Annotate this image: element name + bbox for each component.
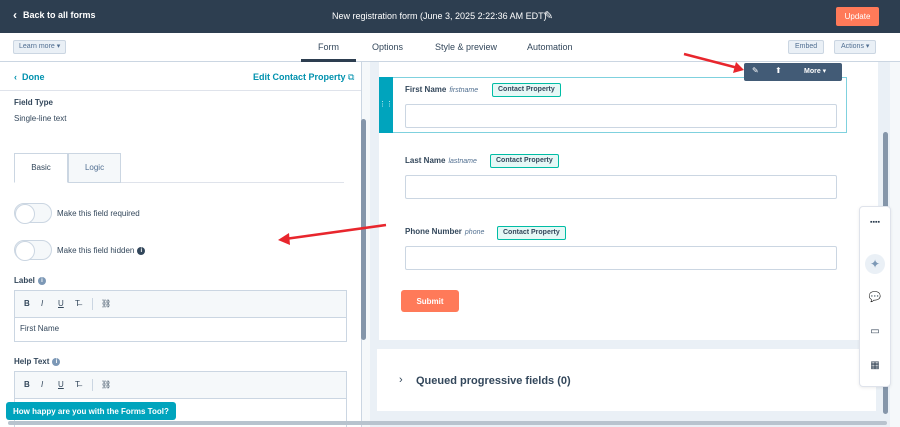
update-button[interactable]: Update (836, 7, 879, 26)
chat-icon[interactable]: 💬 (860, 292, 890, 303)
form-title: New registration form (June 3, 2025 2:22… (332, 11, 547, 21)
grid-icon[interactable]: ▪▪▪▪ (860, 219, 890, 226)
italic-icon[interactable]: I (41, 299, 43, 308)
link-icon[interactable]: ⛓ (101, 299, 111, 308)
phone-internal: phone (464, 229, 485, 236)
label-editor-toolbar: B I U T̶ ⛓ (15, 291, 346, 318)
chevron-right-icon[interactable]: › (399, 374, 403, 386)
edit-contact-property-label: Edit Contact Property (253, 72, 346, 82)
subtab-logic[interactable]: Logic (68, 153, 121, 183)
edit-contact-property-link[interactable]: Edit Contact Property ⧉ (253, 72, 354, 83)
italic-icon[interactable]: I (41, 380, 43, 389)
contact-property-badge: Contact Property (497, 226, 566, 240)
toolbar-divider (92, 379, 93, 391)
left-panel-scrollbar[interactable] (361, 119, 366, 340)
tab-options[interactable]: Options (372, 42, 403, 52)
required-toggle-label: Make this field required (57, 209, 140, 218)
info-icon[interactable]: i (37, 276, 46, 285)
sparkle-icon[interactable]: ✦ (865, 254, 885, 274)
field-label-phone: Phone Number phone (405, 227, 484, 236)
main-tabs: Form Options Style & preview Automation (0, 33, 900, 62)
bold-icon[interactable]: B (24, 299, 30, 308)
last-name-input[interactable] (405, 175, 837, 199)
edit-title-pencil-icon[interactable]: ✎ (544, 9, 553, 22)
required-toggle[interactable] (14, 203, 52, 224)
first-name-label: First Name (405, 85, 447, 94)
hidden-toggle-label: Make this field hidden i (57, 246, 146, 255)
clear-format-icon[interactable]: T̶ (75, 299, 80, 308)
more-label: More (804, 68, 821, 75)
move-up-icon[interactable]: ⬆ (775, 66, 782, 75)
help-text-section-text: Help Text (14, 357, 50, 366)
field-label-first-name: First Name firstname (405, 85, 478, 94)
info-icon[interactable]: i (52, 357, 61, 366)
clear-format-icon[interactable]: T̶ (75, 380, 80, 389)
info-icon[interactable]: i (137, 246, 146, 255)
contact-property-badge: Contact Property (490, 154, 559, 168)
field-type-label: Field Type (14, 98, 53, 107)
back-to-forms-label: Back to all forms (23, 10, 96, 20)
phone-label: Phone Number (405, 227, 462, 236)
actions-dropdown[interactable]: Actions ▾ (834, 40, 877, 54)
more-dropdown[interactable]: More ▾ (804, 67, 826, 75)
queued-fields-label: Queued progressive fields (0) (416, 375, 571, 387)
tab-form[interactable]: Form (301, 42, 356, 62)
field-toolbar: ✎ ⬆ More ▾ (744, 63, 842, 81)
feedback-button[interactable]: How happy are you with the Forms Tool? (6, 402, 176, 420)
toolbar-divider (92, 298, 93, 310)
subtab-basic[interactable]: Basic (14, 153, 68, 183)
tab-style-preview[interactable]: Style & preview (435, 42, 497, 52)
label-section-title: Label i (14, 276, 46, 285)
field-type-value: Single-line text (14, 114, 67, 123)
first-name-input[interactable] (405, 104, 837, 128)
field-settings-panel: ‹ Done Edit Contact Property ⧉ Field Typ… (0, 62, 362, 427)
window-icon[interactable]: ▭ (860, 326, 890, 337)
last-name-internal: lastname (448, 158, 477, 165)
last-name-label: Last Name (405, 156, 446, 165)
contact-property-badge: Contact Property (492, 83, 561, 97)
drag-handle-icon[interactable]: ⋮⋮ (379, 77, 393, 133)
settings-subtabs: Basic Logic (14, 153, 344, 183)
panel-header: ‹ Done Edit Contact Property ⧉ (0, 62, 361, 91)
phone-input[interactable] (405, 246, 837, 270)
actions-label: Actions (841, 43, 864, 50)
help-text-section-title: Help Text i (14, 357, 61, 366)
bold-icon[interactable]: B (24, 380, 30, 389)
hidden-toggle-text: Make this field hidden (57, 246, 135, 255)
embed-button[interactable]: Embed (788, 40, 825, 54)
label-section-text: Label (14, 276, 35, 285)
calendar-icon[interactable]: ▦ (860, 360, 890, 371)
sub-bar: Learn more ▾ Form Options Style & previe… (0, 33, 900, 62)
horizontal-scrollbar[interactable] (8, 421, 887, 425)
field-label-last-name: Last Name lastname (405, 156, 477, 165)
tab-automation[interactable]: Automation (527, 42, 573, 52)
help-text-editor-toolbar: B I U T̶ ⛓ (15, 372, 346, 399)
back-to-forms-link[interactable]: ‹ Back to all forms (13, 8, 96, 22)
label-editor: B I U T̶ ⛓ First Name (14, 290, 347, 342)
external-link-icon: ⧉ (348, 72, 355, 82)
top-bar: ‹ Back to all forms New registration for… (0, 0, 900, 33)
chevron-left-icon: ‹ (13, 8, 17, 22)
right-rail: ▪▪▪▪ ✦ 💬 ▭ ▦ (859, 206, 891, 387)
underline-icon[interactable]: U (58, 299, 64, 308)
link-icon[interactable]: ⛓ (101, 380, 111, 389)
submit-button[interactable]: Submit (401, 290, 459, 312)
done-label: Done (22, 72, 45, 82)
first-name-internal: firstname (449, 87, 479, 94)
done-link[interactable]: ‹ Done (14, 72, 45, 82)
chevron-left-icon: ‹ (14, 72, 17, 82)
pencil-icon[interactable]: ✎ (752, 66, 759, 75)
hidden-toggle[interactable] (14, 240, 52, 261)
label-editor-content[interactable]: First Name (15, 318, 346, 339)
underline-icon[interactable]: U (58, 380, 64, 389)
